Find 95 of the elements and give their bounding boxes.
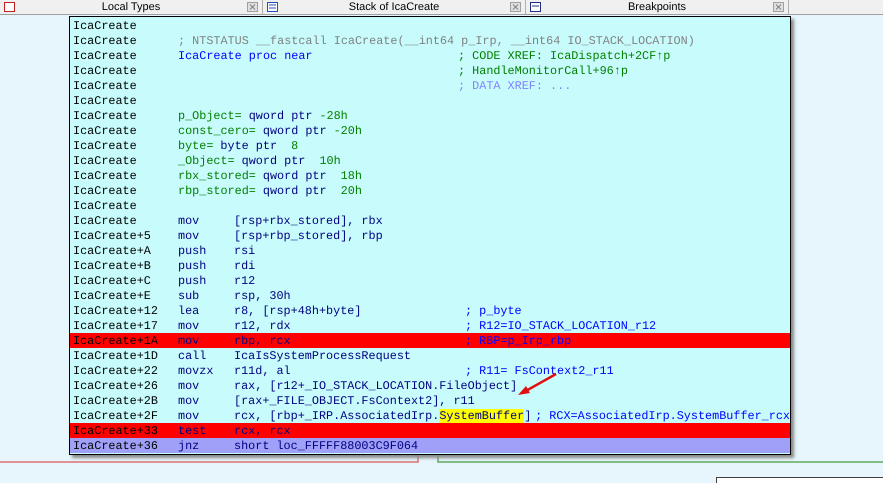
operand: r8, [rsp+48h+byte] xyxy=(234,304,362,318)
types-icon xyxy=(4,2,15,12)
mnemonic: mov xyxy=(178,214,200,228)
address-label: IcaCreate+17 xyxy=(73,318,159,332)
variable-name: p_Object= xyxy=(178,108,242,122)
operand: rcx, [rbp+_IRP.AssociatedIrp.SystemBuffer] xyxy=(234,408,532,422)
code-comment: ; p_byte xyxy=(465,304,522,318)
address-label: IcaCreate+36 xyxy=(73,438,159,452)
mnemonic: mov xyxy=(178,318,200,332)
variable-type: qword ptr xyxy=(262,168,327,182)
address-label: IcaCreate+2B xyxy=(73,394,159,408)
code-comment: ; RBP=p_Irp_rbp xyxy=(465,334,572,348)
address-label: IcaCreate+26 xyxy=(73,378,159,392)
address-label: IcaCreate xyxy=(73,48,138,62)
address-label: IcaCreate+22 xyxy=(73,364,159,378)
address-label: IcaCreate xyxy=(73,184,138,198)
variable-type: qword ptr xyxy=(248,108,312,122)
operand: rsi xyxy=(234,244,256,258)
variable-name: byte= xyxy=(178,138,214,152)
operand: [rax+_FILE_OBJECT.FsContext2], r11 xyxy=(234,394,475,408)
operand: rcx, rcx xyxy=(234,424,292,438)
mnemonic: mov xyxy=(178,378,200,392)
variable-type: qword ptr xyxy=(242,154,306,168)
operand: [rsp+rbx_stored], rbx xyxy=(234,214,384,228)
mnemonic: mov xyxy=(178,334,200,348)
mnemonic: test xyxy=(178,424,208,438)
operand: short loc_FFFFF88003C9F064 xyxy=(234,438,420,452)
function-signature-comment: ; NTSTATUS __fastcall IcaCreate(__int64 p_Irp, __int64 IO_STACK_LOCATION) xyxy=(178,34,695,48)
address-label: IcaCreate+B xyxy=(73,258,152,272)
mnemonic: lea xyxy=(178,304,200,318)
variable-offset: -28h xyxy=(319,108,348,122)
code-comment: ; R11= FsContext2_r11 xyxy=(465,364,614,378)
address-label: IcaCreate+2F xyxy=(73,408,159,422)
variable-offset: -20h xyxy=(334,124,362,138)
address-label: IcaCreate+A xyxy=(73,244,152,258)
xref-comment: ; CODE XREF: IcaDispatch+2CF↑p xyxy=(458,48,670,62)
address-label: IcaCreate xyxy=(73,124,138,138)
variable-type: qword ptr xyxy=(262,184,327,198)
address-label: IcaCreate+C xyxy=(73,274,152,288)
mnemonic: mov xyxy=(178,394,200,408)
address-label: IcaCreate xyxy=(73,64,138,78)
address-label: IcaCreate+33 xyxy=(73,424,159,438)
address-label: IcaCreate xyxy=(73,34,138,48)
mnemonic: sub xyxy=(178,288,200,302)
operand: [rsp+rbp_stored], rbp xyxy=(234,228,384,242)
address-label: IcaCreate xyxy=(73,214,138,228)
operand: r12 xyxy=(234,274,256,288)
operand: r12, rdx xyxy=(234,318,292,332)
variable-offset: 10h xyxy=(318,154,341,168)
variable-offset: 8 xyxy=(290,138,298,152)
mnemonic: movzx xyxy=(178,364,214,378)
operand: rbp, rcx xyxy=(234,334,292,348)
close-icon[interactable] xyxy=(247,2,258,12)
variable-offset: 20h xyxy=(340,184,362,198)
mnemonic: jnz xyxy=(178,438,200,452)
variable-name: const_cero= xyxy=(178,124,256,138)
address-label: IcaCreate+1A xyxy=(73,334,159,348)
address-label: IcaCreate+12 xyxy=(73,304,159,318)
mnemonic: call xyxy=(178,348,208,362)
code-comment: ; R12=IO_STACK_LOCATION_r12 xyxy=(465,318,656,332)
operand: rax, [r12+_IO_STACK_LOCATION.FileObject] xyxy=(234,378,518,392)
variable-type: qword ptr xyxy=(262,124,327,138)
close-icon[interactable] xyxy=(773,2,784,12)
address-label: IcaCreate+E xyxy=(73,288,152,302)
address-label: IcaCreate xyxy=(73,168,138,182)
variable-type: byte ptr xyxy=(220,138,278,152)
operand: IcaIsSystemProcessRequest xyxy=(234,348,412,362)
mnemonic: mov xyxy=(178,228,200,242)
address-label: IcaCreate xyxy=(73,108,138,122)
operand: rdi xyxy=(234,258,256,272)
variable-name: _Object= xyxy=(178,154,235,168)
address-label: IcaCreate+5 xyxy=(73,228,152,242)
operand: r11d, al xyxy=(234,364,292,378)
mnemonic: push xyxy=(178,258,208,272)
code-comment: ; RCX=AssociatedIrp.SystemBuffer_rcx xyxy=(535,408,790,422)
data-xref-comment: ; DATA XREF: ... xyxy=(458,78,572,92)
address-label: IcaCreate+1D xyxy=(73,348,159,362)
proc-label: IcaCreate proc near xyxy=(178,48,314,62)
variable-name: rbp_stored= xyxy=(178,184,256,198)
address-label: IcaCreate xyxy=(73,78,138,92)
mnemonic: mov xyxy=(178,408,200,422)
address-label: IcaCreate xyxy=(73,138,138,152)
stack-icon xyxy=(267,2,278,12)
variable-name: rbx_stored= xyxy=(178,168,256,182)
address-label: IcaCreate xyxy=(73,94,138,108)
mnemonic: push xyxy=(178,274,208,288)
mnemonic: push xyxy=(178,244,208,258)
address-label: IcaCreate xyxy=(73,154,138,168)
address-label: IcaCreate xyxy=(73,18,138,32)
xref-comment: ; HandleMonitorCall+96↑p xyxy=(458,64,628,78)
address-label: IcaCreate xyxy=(73,198,138,212)
variable-offset: 18h xyxy=(340,168,362,182)
operand: rsp, 30h xyxy=(234,288,292,302)
close-icon[interactable] xyxy=(510,2,521,12)
list-icon xyxy=(530,2,541,12)
